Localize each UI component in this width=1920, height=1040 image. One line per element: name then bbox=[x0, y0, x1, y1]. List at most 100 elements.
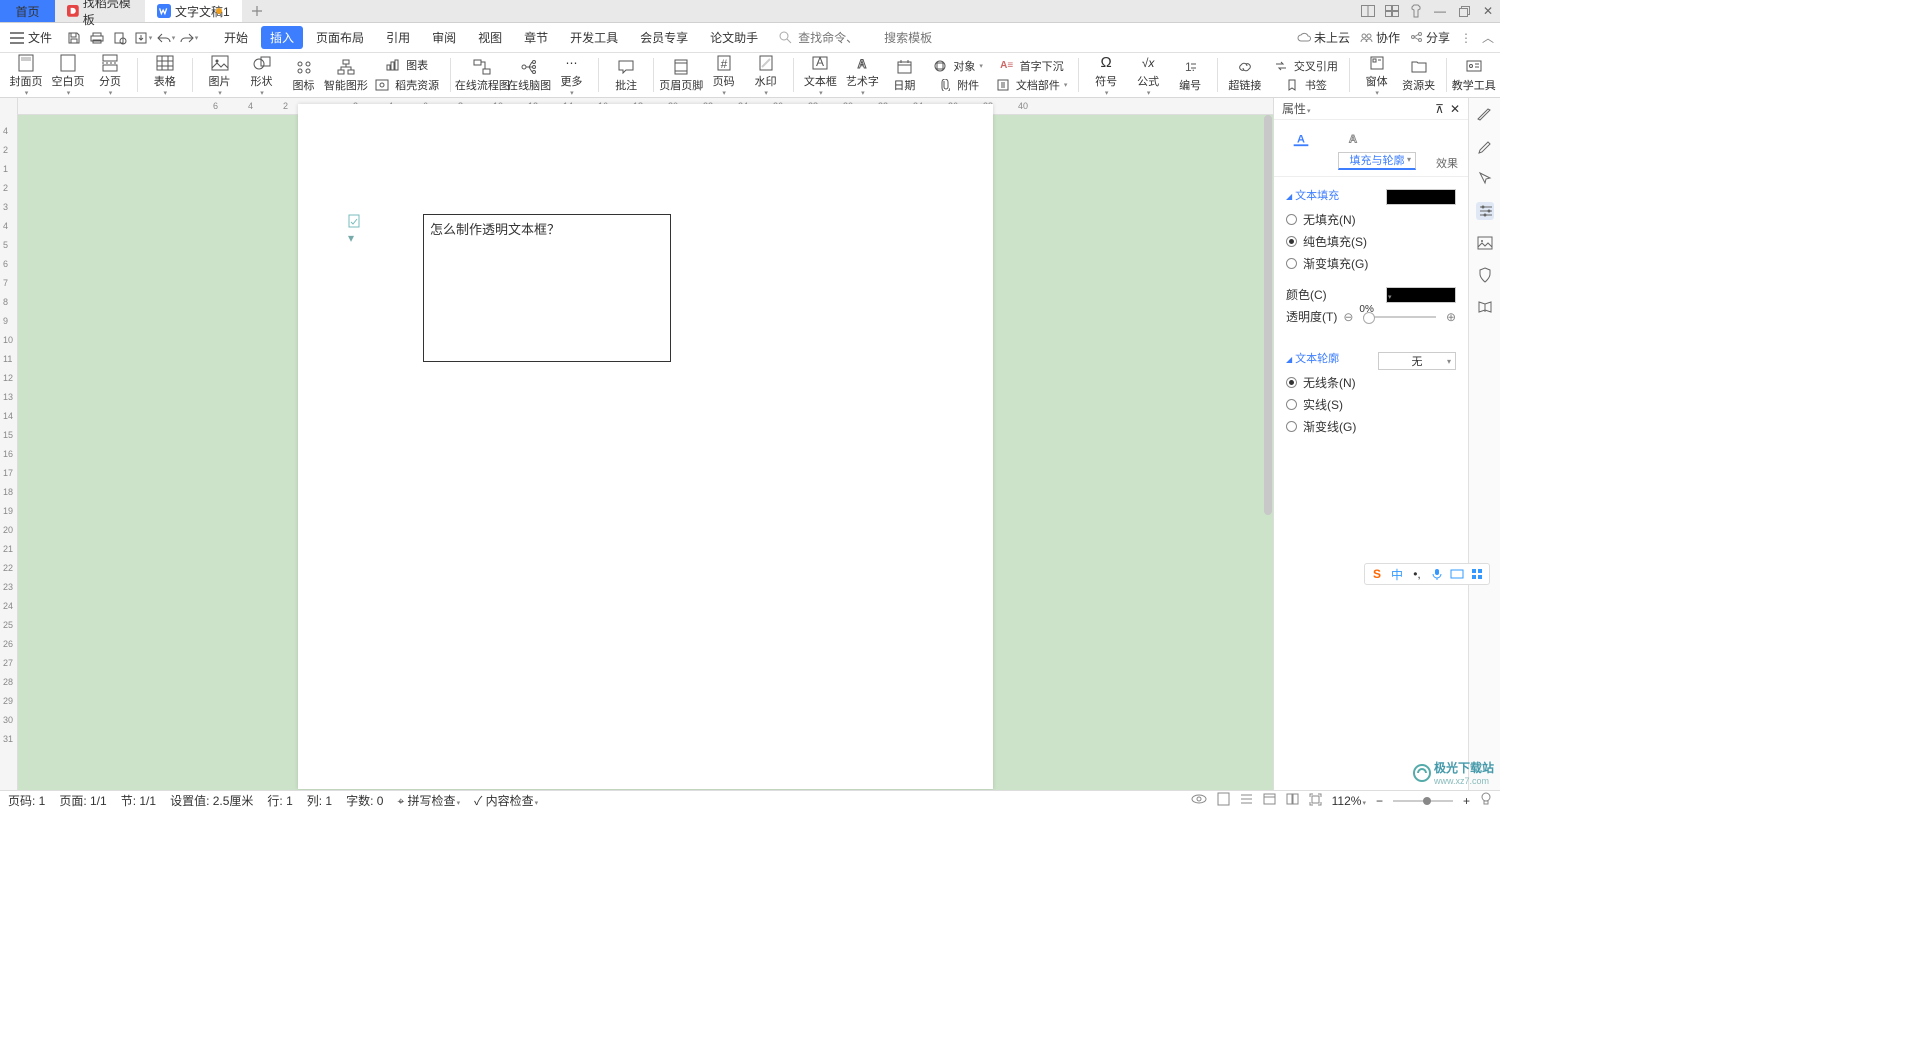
zoom-in[interactable]: + bbox=[1463, 794, 1470, 808]
watermark-button[interactable]: 水印 bbox=[748, 54, 784, 97]
crossref-button[interactable]: 交叉引用 bbox=[1269, 57, 1340, 75]
side-pen-icon[interactable] bbox=[1476, 138, 1494, 156]
prop-tab-effect[interactable]: 效果 bbox=[1436, 152, 1458, 176]
ribbon-tab-view[interactable]: 视图 bbox=[469, 26, 511, 49]
number-button[interactable]: 1.编号 bbox=[1172, 58, 1208, 93]
status-spellcheck[interactable]: ⌖ 拼写检查 bbox=[397, 792, 460, 809]
fill-gradient-option[interactable]: 渐变填充(G) bbox=[1286, 255, 1456, 272]
header-footer-button[interactable]: 页眉页脚 bbox=[663, 58, 700, 93]
equation-button[interactable]: √x公式 bbox=[1130, 54, 1166, 97]
command-search[interactable] bbox=[779, 31, 964, 45]
form-button[interactable]: 窗体 bbox=[1359, 54, 1395, 97]
picture-button[interactable]: 图片 bbox=[202, 54, 238, 97]
shape-button[interactable]: 形状 bbox=[244, 54, 280, 97]
prop-tab-fill[interactable]: 填充与轮廓 bbox=[1338, 152, 1416, 170]
wordart-button[interactable]: A艺术字 bbox=[844, 54, 880, 97]
view-page-icon[interactable] bbox=[1217, 792, 1230, 809]
status-col[interactable]: 列: 1 bbox=[307, 792, 332, 809]
outline-solid-option[interactable]: 实线(S) bbox=[1286, 396, 1456, 413]
text-outline-mode[interactable]: A bbox=[1342, 126, 1364, 148]
file-menu[interactable]: 文件 bbox=[6, 29, 56, 46]
opacity-inc[interactable]: ⊕ bbox=[1446, 310, 1456, 324]
ime-punct[interactable]: •, bbox=[1409, 566, 1425, 582]
skin-icon[interactable] bbox=[1404, 0, 1428, 23]
resource-folder-button[interactable]: 资源夹 bbox=[1401, 58, 1437, 93]
table-button[interactable]: 表格 bbox=[147, 54, 183, 97]
view-read-icon[interactable] bbox=[1286, 793, 1299, 808]
template-search-input[interactable] bbox=[884, 31, 964, 45]
fill-solid-option[interactable]: 纯色填充(S) bbox=[1286, 233, 1456, 250]
ime-lang[interactable]: 中 bbox=[1389, 566, 1405, 582]
fit-icon[interactable] bbox=[1309, 793, 1322, 809]
close-button[interactable]: ✕ bbox=[1476, 0, 1500, 23]
ime-keyboard-icon[interactable] bbox=[1449, 566, 1465, 582]
status-row[interactable]: 行: 1 bbox=[267, 792, 292, 809]
object-button[interactable]: 对象 bbox=[928, 57, 985, 75]
tab-add-button[interactable] bbox=[242, 0, 272, 22]
fill-none-option[interactable]: 无填充(N) bbox=[1286, 211, 1456, 228]
attachment-button[interactable]: 附件 bbox=[928, 76, 985, 94]
zoom-slider[interactable] bbox=[1393, 800, 1453, 802]
ribbon-tab-dev[interactable]: 开发工具 bbox=[561, 26, 627, 49]
blank-page-button[interactable]: 空白页 bbox=[50, 54, 86, 97]
resource-button[interactable]: 稻壳资源 bbox=[370, 76, 441, 94]
layout2-icon[interactable] bbox=[1380, 0, 1404, 23]
mindmap-button[interactable]: 在线脑图 bbox=[511, 58, 548, 93]
ime-toolbar[interactable]: S 中 •, bbox=[1364, 563, 1490, 585]
canvas[interactable]: 642246810121416182022242628303234363840 … bbox=[18, 98, 1273, 790]
tab-template[interactable]: 找稻壳模板 bbox=[55, 0, 145, 22]
opacity-dec[interactable]: ⊖ bbox=[1343, 310, 1353, 324]
side-style-icon[interactable] bbox=[1476, 106, 1494, 124]
ribbon-tab-insert[interactable]: 插入 bbox=[261, 26, 303, 49]
side-select-icon[interactable] bbox=[1476, 170, 1494, 188]
zoom-value[interactable]: 112% bbox=[1332, 794, 1366, 808]
ribbon-tab-reference[interactable]: 引用 bbox=[377, 26, 419, 49]
outline-select[interactable]: 无 bbox=[1378, 352, 1456, 370]
side-settings-icon[interactable] bbox=[1476, 202, 1494, 220]
layout1-icon[interactable] bbox=[1356, 0, 1380, 23]
more-button[interactable]: ⋯更多 bbox=[553, 54, 589, 97]
command-search-input[interactable] bbox=[798, 31, 878, 45]
cover-page-button[interactable]: 封面页 bbox=[8, 54, 44, 97]
save-button[interactable] bbox=[64, 28, 84, 48]
bulb-icon[interactable] bbox=[1480, 792, 1492, 809]
collab-button[interactable]: 协作 bbox=[1360, 29, 1400, 46]
ime-mic-icon[interactable] bbox=[1429, 566, 1445, 582]
scrollbar-thumb[interactable] bbox=[1264, 115, 1272, 515]
icon-button[interactable]: 图标 bbox=[286, 58, 322, 93]
outline-none-option[interactable]: 无线条(N) bbox=[1286, 374, 1456, 391]
vertical-scrollbar[interactable] bbox=[1263, 115, 1273, 790]
status-section[interactable]: 节: 1/1 bbox=[121, 792, 156, 809]
side-book-icon[interactable] bbox=[1476, 298, 1494, 316]
status-contentcheck[interactable]: ✓ 内容检查 bbox=[474, 792, 538, 809]
side-shield-icon[interactable] bbox=[1476, 266, 1494, 284]
share-button[interactable]: 分享 bbox=[1410, 29, 1450, 46]
cloud-status[interactable]: 未上云 bbox=[1297, 29, 1350, 46]
status-page[interactable]: 页面: 1/1 bbox=[59, 792, 106, 809]
text-box[interactable]: 怎么制作透明文本框？ bbox=[423, 214, 671, 362]
print-preview-button[interactable] bbox=[110, 28, 130, 48]
fill-preview-swatch[interactable] bbox=[1386, 189, 1456, 205]
side-image-icon[interactable] bbox=[1476, 234, 1494, 252]
textbox-button[interactable]: A文本框 bbox=[802, 54, 838, 97]
smartart-button[interactable]: 智能图形 bbox=[328, 58, 365, 93]
ribbon-tab-chapter[interactable]: 章节 bbox=[515, 26, 557, 49]
close-panel-icon[interactable]: ✕ bbox=[1450, 102, 1460, 116]
status-words[interactable]: 字数: 0 bbox=[346, 792, 383, 809]
chart-button[interactable]: 图表 bbox=[370, 56, 441, 74]
redo-button[interactable] bbox=[179, 28, 199, 48]
zoom-out[interactable]: − bbox=[1376, 794, 1383, 808]
ribbon-tab-layout[interactable]: 页面布局 bbox=[307, 26, 373, 49]
ribbon-tab-thesis[interactable]: 论文助手 bbox=[701, 26, 767, 49]
text-fill-mode[interactable]: A bbox=[1290, 126, 1312, 148]
ime-grid-icon[interactable] bbox=[1469, 566, 1485, 582]
property-panel-title[interactable]: 属性 bbox=[1282, 100, 1311, 117]
flowchart-button[interactable]: 在线流程图 bbox=[460, 58, 505, 93]
opacity-slider[interactable] bbox=[1363, 316, 1436, 318]
print-button[interactable] bbox=[87, 28, 107, 48]
document-page[interactable]: ▾ 怎么制作透明文本框？ bbox=[298, 104, 993, 789]
page-number-button[interactable]: #页码 bbox=[706, 54, 742, 97]
dropcap-button[interactable]: A≡首字下沉 bbox=[991, 57, 1070, 75]
minimize-button[interactable]: — bbox=[1428, 0, 1452, 23]
ribbon-tab-start[interactable]: 开始 bbox=[215, 26, 257, 49]
